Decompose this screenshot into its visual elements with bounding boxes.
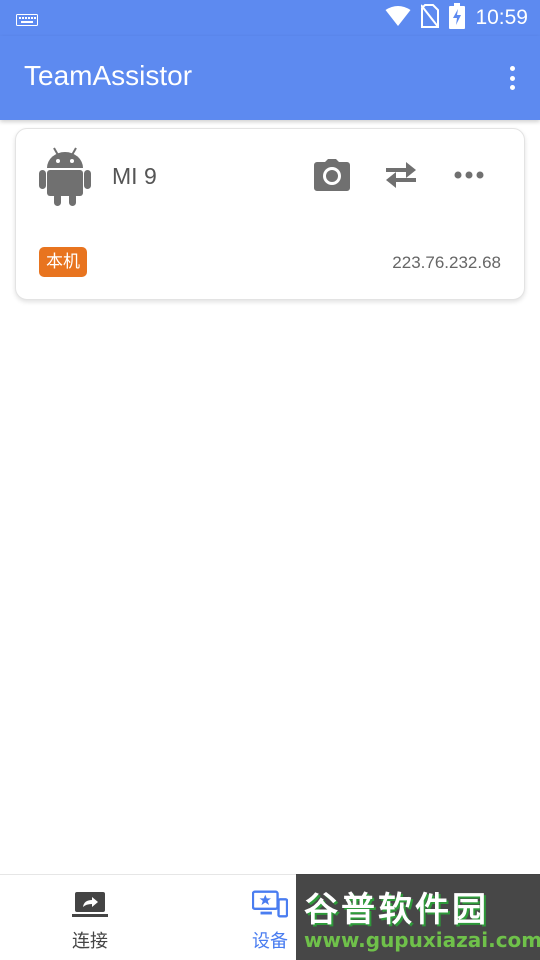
- wifi-icon: [385, 5, 411, 31]
- nav-connect-label: 连接: [72, 931, 108, 952]
- device-name: MI 9: [112, 163, 157, 189]
- camera-icon[interactable]: [312, 155, 352, 195]
- no-sim-icon: [420, 4, 441, 32]
- screen-share-icon: [72, 890, 108, 920]
- watermark-url: www.gupuxiazai.com: [304, 928, 540, 952]
- watermark: 谷普软件园 www.gupuxiazai.com: [296, 874, 540, 960]
- status-bar: 10:59: [0, 0, 540, 36]
- ip-address: 223.76.232.68: [392, 253, 501, 272]
- clock: 10:59: [475, 6, 528, 29]
- android-icon: [38, 145, 92, 211]
- more-horizontal-icon[interactable]: [449, 155, 489, 195]
- local-device-badge: 本机: [39, 247, 87, 277]
- app-bar: TeamAssistor: [0, 36, 540, 120]
- battery-charging-icon: [449, 3, 466, 33]
- nav-connect[interactable]: 连接: [0, 875, 180, 960]
- overflow-menu-icon[interactable]: [504, 62, 520, 94]
- watermark-title: 谷普软件园: [304, 890, 489, 930]
- keyboard-icon: [16, 11, 38, 30]
- app-title: TeamAssistor: [24, 60, 193, 91]
- devices-icon: [252, 890, 288, 920]
- swap-arrows-icon[interactable]: [381, 155, 421, 195]
- device-card[interactable]: MI 9 本机 223.76.232.68: [15, 128, 525, 300]
